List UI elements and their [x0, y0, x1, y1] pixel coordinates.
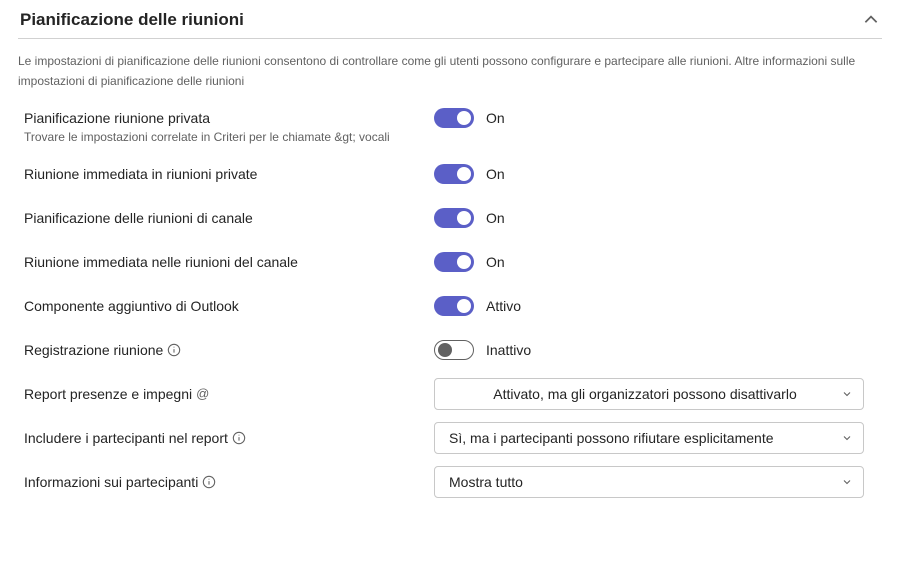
label-private-meet-now: Riunione immediata in riunioni private [24, 166, 434, 182]
label-include-participants: Includere i partecipanti nel report [24, 430, 434, 446]
divider [18, 38, 882, 39]
panel-header: Pianificazione delle riunioni [18, 6, 882, 38]
control-channel-scheduling: On [434, 208, 876, 228]
row-include-participants: Includere i partecipanti nel report Sì, … [24, 416, 876, 460]
row-outlook-addin: Componente aggiuntivo di Outlook Attivo [24, 284, 876, 328]
control-private-meet-now: On [434, 164, 876, 184]
label-private-scheduling: Pianificazione riunione privata [24, 110, 434, 126]
dropdown-attendance-report[interactable]: Attivato, ma gli organizzatori possono d… [434, 378, 864, 410]
settings-list: Pianificazione riunione privata On Trova… [18, 104, 882, 508]
control-outlook-addin: Attivo [434, 296, 876, 316]
panel-title: Pianificazione delle riunioni [20, 10, 244, 30]
toggle-channel-scheduling[interactable] [434, 208, 474, 228]
label-attendance-report-text: Report presenze e impegni [24, 386, 192, 402]
collapse-chevron-icon[interactable] [862, 11, 880, 29]
label-attendance-report: Report presenze e impegni @ [24, 386, 434, 402]
info-icon[interactable] [202, 475, 216, 489]
label-channel-scheduling: Pianificazione delle riunioni di canale [24, 210, 434, 226]
row-meeting-registration: Registrazione riunione Inattivo [24, 328, 876, 372]
dropdown-attendance-report-value: Attivato, ma gli organizzatori possono d… [449, 386, 841, 402]
label-channel-meet-now: Riunione immediata nelle riunioni del ca… [24, 254, 434, 270]
toggle-state-meeting-registration: Inattivo [486, 342, 531, 358]
row-private-meet-now: Riunione immediata in riunioni private O… [24, 152, 876, 196]
dropdown-participant-info-value: Mostra tutto [449, 474, 523, 490]
dropdown-include-participants[interactable]: Sì, ma i partecipanti possono rifiutare … [434, 422, 864, 454]
description-text: Le impostazioni di pianificazione delle … [18, 54, 734, 68]
info-icon[interactable] [167, 343, 181, 357]
row-channel-scheduling: Pianificazione delle riunioni di canale … [24, 196, 876, 240]
chevron-down-icon [841, 432, 853, 444]
chevron-down-icon [841, 476, 853, 488]
dropdown-include-participants-value: Sì, ma i partecipanti possono rifiutare … [449, 430, 774, 446]
toggle-state-channel-scheduling: On [486, 210, 505, 226]
label-participant-info: Informazioni sui partecipanti [24, 474, 434, 490]
label-include-participants-text: Includere i partecipanti nel report [24, 430, 228, 446]
toggle-private-scheduling[interactable] [434, 108, 474, 128]
label-outlook-addin: Componente aggiuntivo di Outlook [24, 298, 434, 314]
section-description: Le impostazioni di pianificazione delle … [18, 51, 882, 92]
toggle-state-channel-meet-now: On [486, 254, 505, 270]
info-icon[interactable] [232, 431, 246, 445]
control-meeting-registration: Inattivo [434, 340, 876, 360]
chevron-down-icon [841, 388, 853, 400]
control-channel-meet-now: On [434, 252, 876, 272]
help-private-scheduling: Trovare le impostazioni correlate in Cri… [24, 130, 876, 144]
row-attendance-report: Report presenze e impegni @ Attivato, ma… [24, 372, 876, 416]
row-channel-meet-now: Riunione immediata nelle riunioni del ca… [24, 240, 876, 284]
meeting-scheduling-panel: Pianificazione delle riunioni Le imposta… [0, 0, 900, 520]
label-participant-info-text: Informazioni sui partecipanti [24, 474, 198, 490]
toggle-private-meet-now[interactable] [434, 164, 474, 184]
toggle-meeting-registration[interactable] [434, 340, 474, 360]
toggle-outlook-addin[interactable] [434, 296, 474, 316]
control-attendance-report: Attivato, ma gli organizzatori possono d… [434, 378, 876, 410]
toggle-state-private-meet-now: On [486, 166, 505, 182]
toggle-state-outlook-addin: Attivo [486, 298, 521, 314]
control-participant-info: Mostra tutto [434, 466, 876, 498]
row-participant-info: Informazioni sui partecipanti Mostra tut… [24, 460, 876, 504]
at-icon: @ [196, 386, 209, 401]
dropdown-participant-info[interactable]: Mostra tutto [434, 466, 864, 498]
control-include-participants: Sì, ma i partecipanti possono rifiutare … [434, 422, 876, 454]
label-meeting-registration: Registrazione riunione [24, 342, 434, 358]
toggle-channel-meet-now[interactable] [434, 252, 474, 272]
control-private-scheduling: On [434, 108, 876, 128]
label-meeting-registration-text: Registrazione riunione [24, 342, 163, 358]
row-private-scheduling: Pianificazione riunione privata On Trova… [24, 108, 876, 152]
toggle-state-private-scheduling: On [486, 110, 505, 126]
